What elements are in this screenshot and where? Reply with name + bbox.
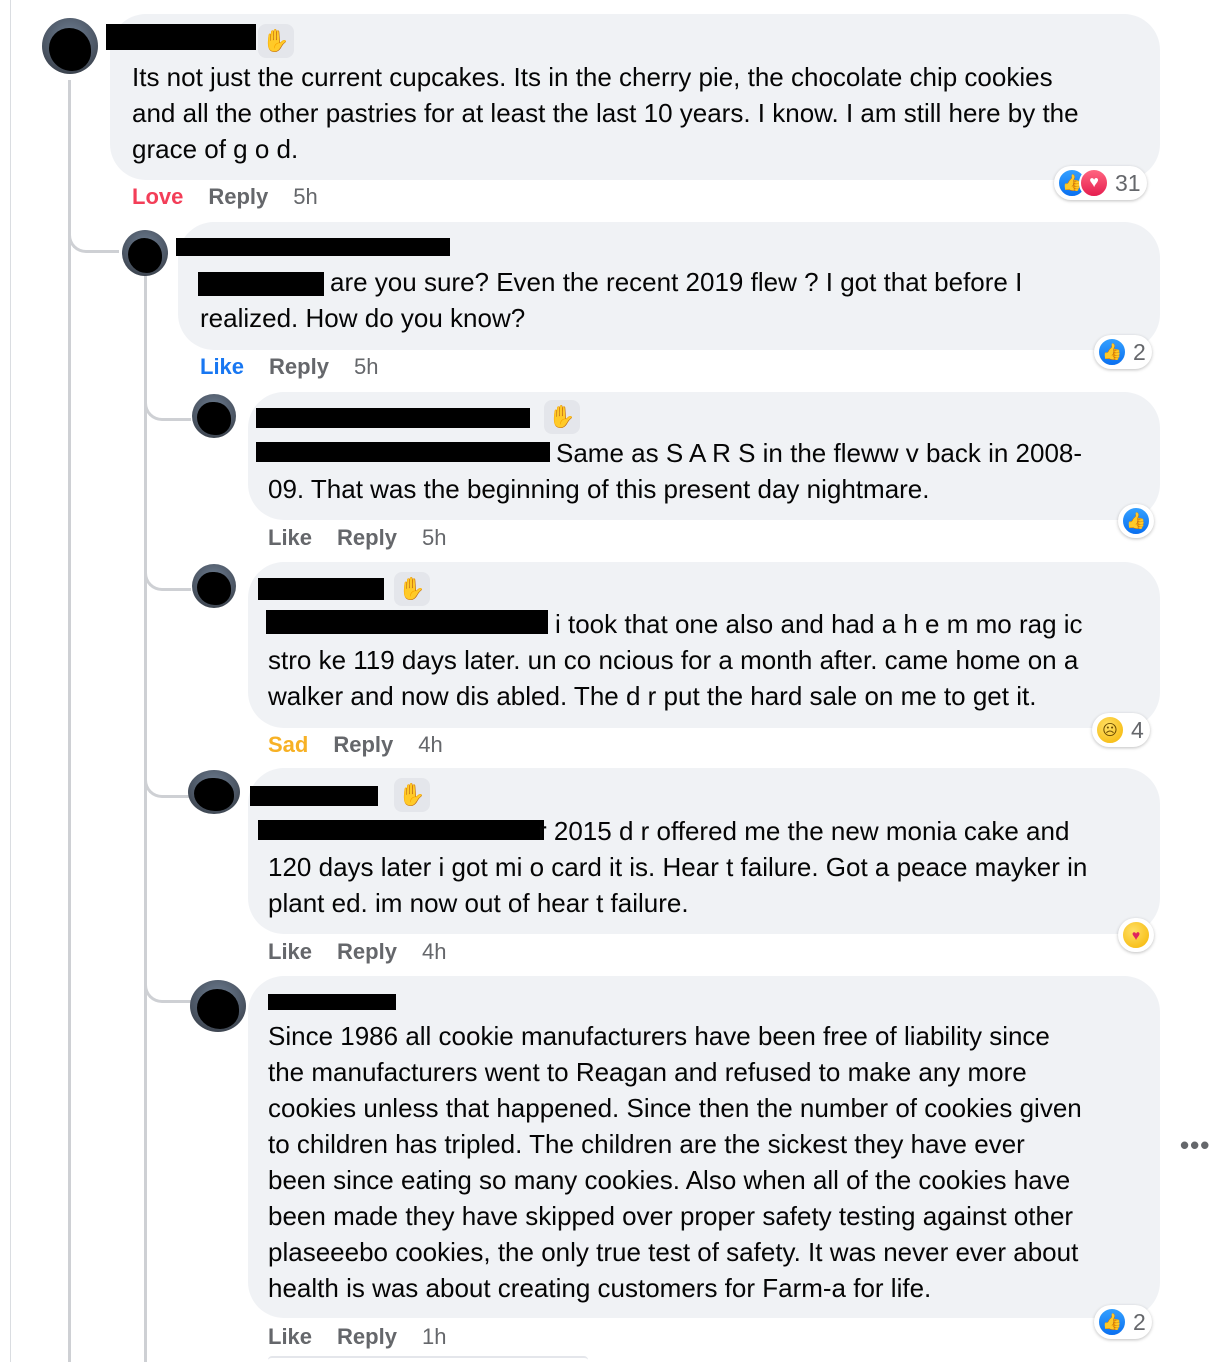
comment-text-line: Since 1986 all cookie manufacturers have… [268, 1021, 1050, 1051]
react-button[interactable]: Love [132, 184, 183, 210]
wave-badge-icon: ✋ [394, 572, 430, 606]
wave-badge-icon: ✋ [544, 400, 580, 434]
avatar[interactable] [122, 230, 168, 276]
thread-line-main [68, 80, 71, 1362]
react-button[interactable]: Like [268, 1324, 312, 1350]
redacted-author-name[interactable] [106, 24, 256, 50]
reaction-count: 31 [1115, 169, 1141, 196]
avatar[interactable] [42, 18, 98, 74]
care-face-icon: ♥ [1121, 920, 1151, 950]
reaction-summary[interactable]: ☹ 4 [1092, 713, 1150, 747]
react-button[interactable]: Sad [268, 732, 308, 758]
comment-text-line: been made they have skipped over proper … [268, 1201, 1074, 1231]
redacted-mention[interactable] [266, 610, 548, 634]
timestamp[interactable]: 5h [422, 525, 446, 551]
comment-actions: Sad Reply 4h [268, 732, 468, 758]
comment-actions: Love Reply 5h [132, 184, 343, 210]
comment-text-line: to children has tripled. The children ar… [268, 1129, 1025, 1159]
wave-badge-icon: ✋ [258, 24, 294, 58]
reply-button[interactable]: Reply [269, 354, 329, 380]
comment-text-line: cookies unless that happened. Since then… [268, 1093, 1082, 1123]
comment-text-line: stro ke 119 days later. un co ncious for… [268, 645, 1079, 675]
reaction-count: 4 [1131, 716, 1144, 743]
thumbs-up-icon: 👍 [1097, 337, 1127, 367]
thread-connector-nested-4 [144, 972, 191, 1003]
timestamp[interactable]: 5h [354, 354, 378, 380]
thread-connector-nested-3 [144, 767, 191, 798]
avatar[interactable] [192, 394, 236, 438]
comment-text-line: Same as S A R S in the fleww v back in 2… [556, 438, 1083, 468]
comment-actions: Like Reply 4h [268, 939, 471, 965]
reaction-count: 2 [1133, 338, 1146, 365]
comment-text-line: realized. How do you know? [200, 303, 526, 333]
thread-connector-nested-2 [144, 560, 191, 591]
thumbs-up-icon: 👍 [1121, 506, 1151, 536]
redacted-author-name[interactable] [268, 994, 396, 1010]
reaction-count: 2 [1133, 1308, 1146, 1335]
comment-text-line: grace of g o d. [132, 134, 299, 164]
reaction-summary[interactable]: 👍 ♥ 31 [1054, 166, 1147, 200]
reaction-summary[interactable]: 👍 2 [1094, 335, 1152, 369]
reply-button[interactable]: Reply [208, 184, 268, 210]
sad-face-icon: ☹ [1095, 715, 1125, 745]
thread-connector-reply-1 [68, 220, 119, 253]
reaction-summary[interactable]: 👍 2 [1094, 1305, 1152, 1339]
timestamp[interactable]: 1h [422, 1324, 446, 1350]
comment-text-line: i took that one also and had a h e m mo … [555, 609, 1083, 639]
comment-text-line: walker and now dis abled. The d r put th… [268, 681, 1037, 711]
comment-text-line: and all the other pastries for at least … [132, 98, 1079, 128]
thread-connector-nested-1 [144, 390, 191, 421]
redacted-mention[interactable] [198, 272, 324, 296]
reaction-summary[interactable]: 👍 [1118, 504, 1154, 538]
wave-badge-icon: ✋ [394, 778, 430, 812]
redacted-mention[interactable] [258, 820, 544, 840]
comment-text-line: 09. That was the beginning of this prese… [268, 474, 930, 504]
reaction-summary[interactable]: ♥ [1118, 918, 1154, 952]
comment-text-line: plant ed. im now out of hear t failure. [268, 888, 689, 918]
feed-left-border [10, 0, 11, 1362]
reply-button[interactable]: Reply [337, 1324, 397, 1350]
avatar[interactable] [192, 564, 236, 608]
next-item-edge [268, 1356, 588, 1364]
react-button[interactable]: Like [268, 939, 312, 965]
comment-actions: Like Reply 5h [268, 525, 471, 551]
comment-actions: Like Reply 1h [268, 1324, 471, 1350]
redacted-author-name[interactable] [176, 238, 450, 256]
comment-text-line: the manufacturers went to Reagan and ref… [268, 1057, 1027, 1087]
comment-text-line: r 2015 d r offered me the new monia cake… [538, 816, 1070, 846]
comment-text-line: health is was about creating customers f… [268, 1273, 932, 1303]
comment-text-line: Its not just the current cupcakes. Its i… [132, 62, 1053, 92]
react-button[interactable]: Like [200, 354, 244, 380]
redacted-author-name[interactable] [250, 786, 378, 806]
more-options-icon[interactable]: ••• [1180, 1130, 1210, 1161]
comment-text-line: been since eating so many cookies. Also … [268, 1165, 1071, 1195]
timestamp[interactable]: 4h [418, 732, 442, 758]
timestamp[interactable]: 5h [293, 184, 317, 210]
reply-button[interactable]: Reply [333, 732, 393, 758]
redacted-author-name[interactable] [256, 408, 530, 428]
comment-text-line: are you sure? Even the recent 2019 flew … [330, 267, 1023, 297]
avatar[interactable] [190, 980, 246, 1032]
reply-button[interactable]: Reply [337, 939, 397, 965]
redacted-author-name[interactable] [258, 578, 384, 600]
reply-button[interactable]: Reply [337, 525, 397, 551]
timestamp[interactable]: 4h [422, 939, 446, 965]
thumbs-up-icon: 👍 [1097, 1307, 1127, 1337]
comment-text-line: plaseeebo cookies, the only true test of… [268, 1237, 1079, 1267]
avatar[interactable] [188, 770, 240, 814]
react-button[interactable]: Like [268, 525, 312, 551]
comment-text-line: 120 days later i got mi o card it is. He… [268, 852, 1088, 882]
heart-icon: ♥ [1079, 168, 1109, 198]
comment-actions: Like Reply 5h [200, 354, 403, 380]
thread-line-nested [144, 275, 147, 1362]
redacted-mention[interactable] [256, 442, 550, 462]
